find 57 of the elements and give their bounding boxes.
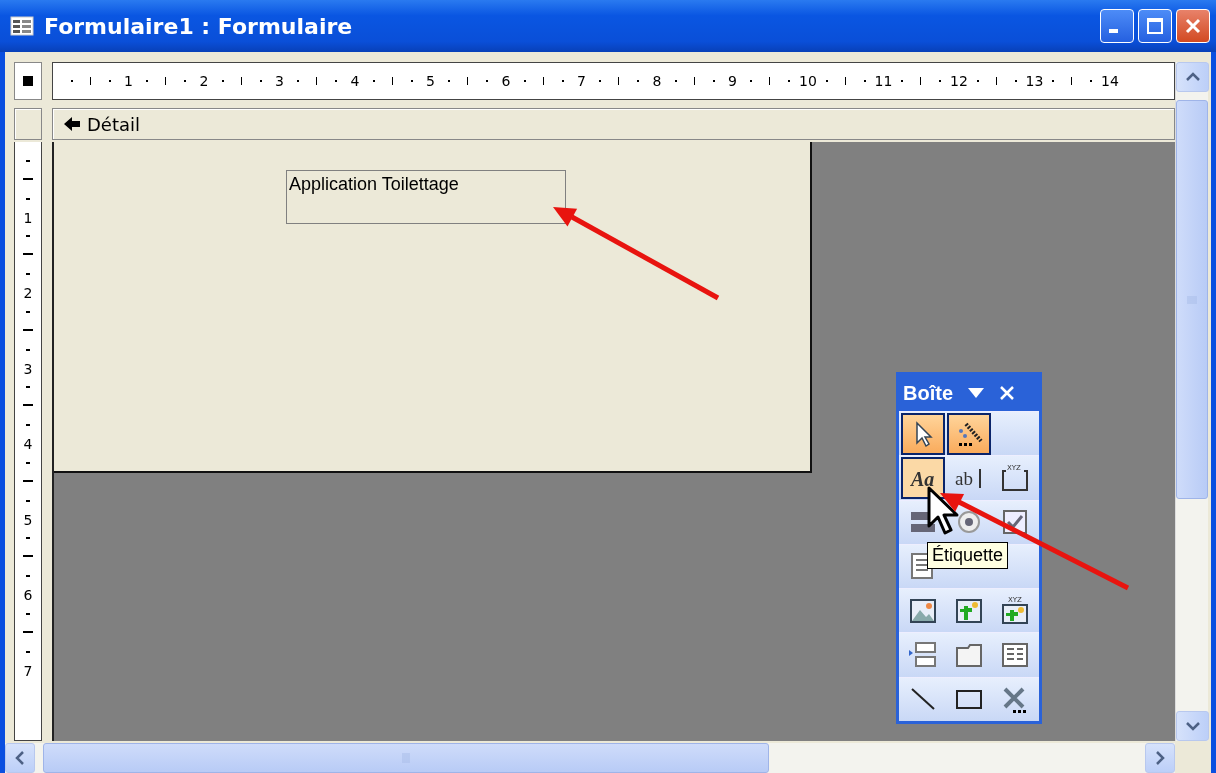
vertical-scrollbar[interactable] <box>1175 62 1208 741</box>
label-control[interactable]: Application Toilettage <box>286 170 566 224</box>
section-arrow-icon <box>63 116 81 132</box>
tool-button[interactable]: ab <box>947 456 991 499</box>
tool-button[interactable] <box>901 412 945 455</box>
ruler-number: 8 <box>651 73 663 89</box>
scroll-up-button[interactable] <box>1176 62 1209 92</box>
chevron-right-icon <box>1154 750 1166 766</box>
horizontal-scrollbar[interactable] <box>5 743 1175 773</box>
maximize-icon <box>1146 17 1164 35</box>
ruler-number: 1 <box>123 73 134 89</box>
label-icon: Aa <box>908 462 938 493</box>
section-title: Détail <box>87 113 141 135</box>
mouse-cursor-icon <box>926 486 960 536</box>
ruler-number: 7 <box>576 73 587 89</box>
scroll-left-button[interactable] <box>5 743 35 773</box>
tooltip: Étiquette <box>927 542 1009 569</box>
dropdown-icon[interactable] <box>967 387 985 399</box>
scroll-down-button[interactable] <box>1176 711 1209 741</box>
ruler-number: 3 <box>23 359 33 378</box>
close-button[interactable] <box>1176 9 1210 43</box>
ruler-number: 9 <box>727 73 738 89</box>
section-header[interactable]: Détail <box>52 108 1175 140</box>
scroll-thumb[interactable] <box>43 743 769 773</box>
close-icon <box>1184 17 1202 35</box>
ruler-number: 13 <box>1024 73 1045 89</box>
ruler-number: 7 <box>23 661 33 680</box>
section-selector[interactable] <box>14 108 42 140</box>
ruler-number: 2 <box>198 73 210 89</box>
ruler-number: 2 <box>23 284 33 302</box>
close-icon[interactable] <box>999 385 1015 401</box>
ruler-number: 12 <box>949 73 969 89</box>
toolbox-title: Boîte <box>903 381 953 405</box>
ruler-number: 4 <box>349 73 361 89</box>
minimize-button[interactable] <box>1100 9 1134 43</box>
ruler-number: 5 <box>23 510 33 529</box>
ruler-number: 6 <box>23 586 33 604</box>
form-icon <box>10 16 34 36</box>
chevron-left-icon <box>14 750 26 766</box>
ruler-number: 3 <box>274 73 285 89</box>
ruler-number: 1 <box>23 208 33 227</box>
tool-button[interactable] <box>947 412 991 455</box>
tool-button[interactable]: Aa <box>901 456 945 499</box>
scroll-right-button[interactable] <box>1145 743 1175 773</box>
select-form-button[interactable] <box>14 62 42 100</box>
chevron-up-icon <box>1184 71 1201 83</box>
ruler-number: 11 <box>873 73 894 89</box>
chevron-down-icon <box>1184 720 1201 732</box>
ruler-number: 10 <box>798 73 818 89</box>
window-title: Formulaire1 : Formulaire <box>44 13 354 39</box>
scroll-thumb[interactable] <box>1176 100 1208 499</box>
maximize-button[interactable] <box>1138 9 1172 43</box>
ruler-number: 14 <box>1100 73 1120 89</box>
ruler-number: 5 <box>425 73 436 89</box>
ruler-number: 6 <box>500 73 512 89</box>
ruler-number: 4 <box>23 435 33 453</box>
minimize-icon <box>1108 29 1118 33</box>
